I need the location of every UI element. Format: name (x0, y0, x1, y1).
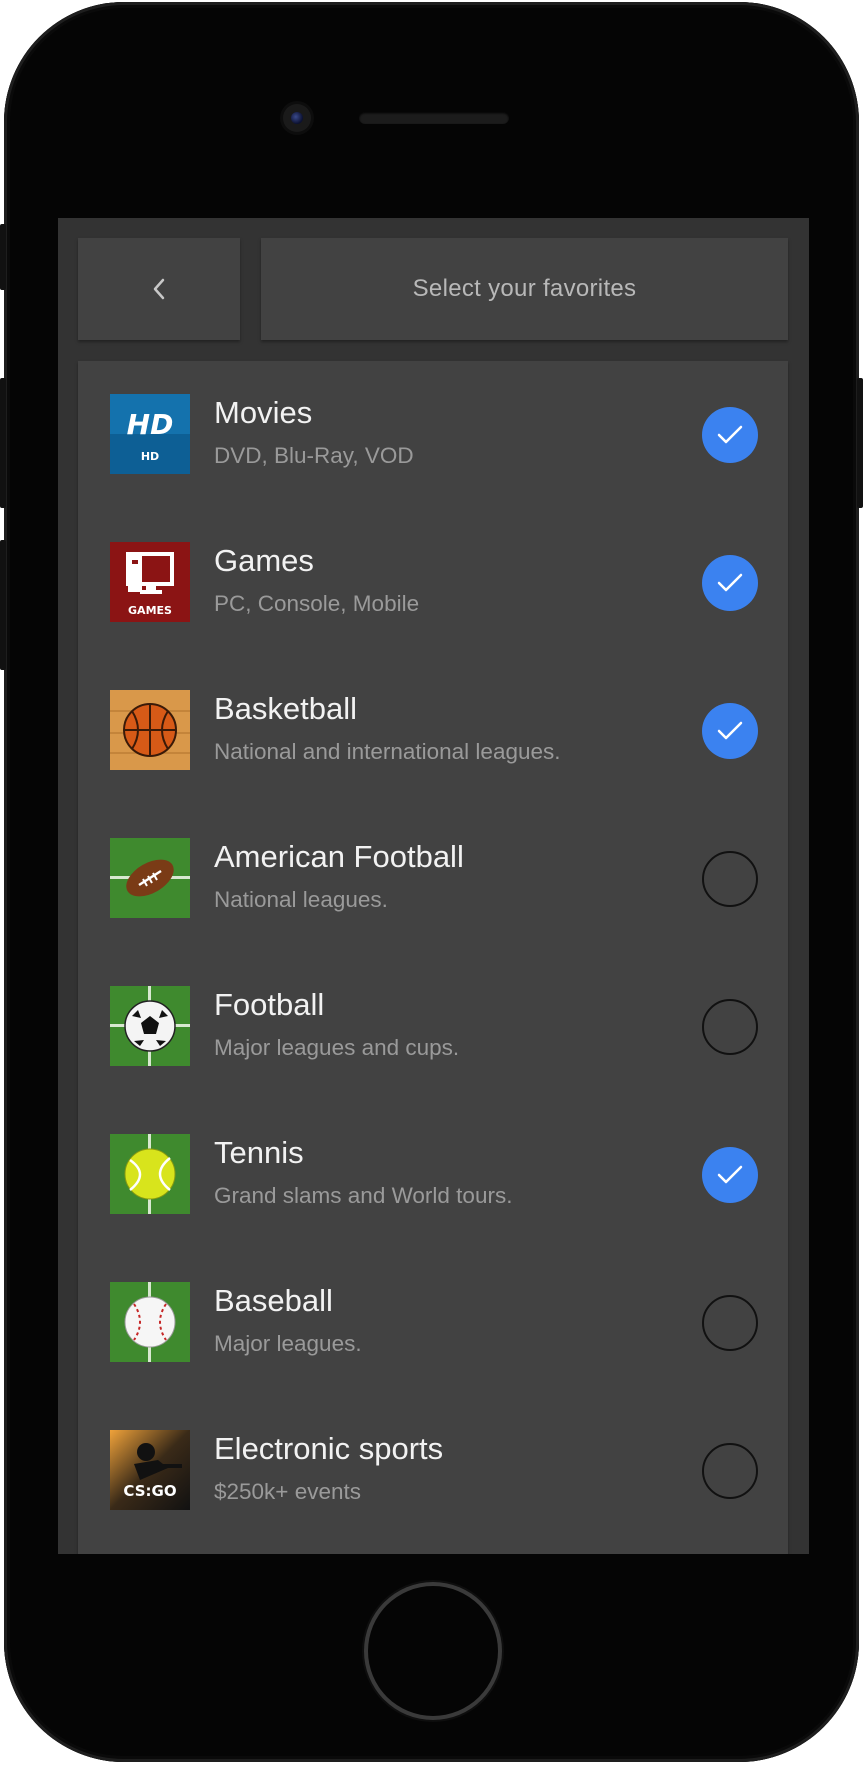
page-title: Select your favorites (412, 275, 637, 302)
front-camera (283, 104, 311, 132)
item-title: Movies (214, 395, 313, 430)
item-subtitle: National and international leagues. (214, 739, 561, 764)
item-subtitle: PC, Console, Mobile (214, 591, 420, 616)
checkbox-checked[interactable] (702, 1147, 758, 1203)
chevron-left-icon (153, 278, 165, 300)
checkbox-unchecked[interactable] (702, 1443, 758, 1499)
checkbox-checked[interactable] (702, 703, 758, 759)
item-title: American Football (214, 839, 464, 874)
app-screen: Select your favorites HD HD Movies DVD, … (58, 218, 809, 1554)
volume-up-button (0, 378, 6, 508)
page-title-bar: Select your favorites (261, 238, 788, 340)
item-subtitle: Major leagues. (214, 1331, 362, 1356)
checkmark-icon (717, 1165, 743, 1184)
svg-text:GAMES: GAMES (128, 604, 172, 617)
item-title: Electronic sports (214, 1431, 444, 1466)
basketball-icon (110, 690, 190, 770)
earpiece-speaker (359, 112, 509, 124)
list-item-football[interactable]: Football Major leagues and cups. (78, 953, 788, 1101)
volume-down-button (0, 540, 6, 670)
item-subtitle: DVD, Blu-Ray, VOD (214, 443, 414, 468)
item-title: Games (214, 543, 314, 578)
checkbox-unchecked[interactable] (702, 1295, 758, 1351)
tennis-ball-icon (110, 1134, 190, 1214)
svg-text:HD: HD (141, 450, 159, 463)
item-title: Football (214, 987, 325, 1022)
hd-movies-icon: HD HD (110, 394, 190, 474)
back-button[interactable] (78, 238, 240, 340)
svg-text:HD: HD (127, 408, 174, 441)
mute-switch (0, 224, 6, 290)
item-subtitle: National leagues. (214, 887, 388, 912)
item-subtitle: Major leagues and cups. (214, 1035, 460, 1060)
games-computer-icon: GAMES (110, 542, 190, 622)
csgo-icon: CS:GO (110, 1430, 190, 1510)
checkbox-checked[interactable] (702, 555, 758, 611)
list-item-tennis[interactable]: Tennis Grand slams and World tours. (78, 1101, 788, 1249)
list-item-baseball[interactable]: Baseball Major leagues. (78, 1249, 788, 1397)
checkbox-unchecked[interactable] (702, 851, 758, 907)
list-item-basketball[interactable]: Basketball National and international le… (78, 657, 788, 805)
checkmark-icon (717, 721, 743, 740)
soccer-ball-icon (110, 986, 190, 1066)
home-button[interactable] (368, 1586, 498, 1716)
baseball-icon (110, 1282, 190, 1362)
list-item-electronic-sports[interactable]: CS:GO Electronic sports $250k+ events (78, 1397, 788, 1545)
item-title: Tennis (214, 1135, 304, 1170)
svg-text:CS:GO: CS:GO (123, 1482, 176, 1500)
list-item-american-football[interactable]: American Football National leagues. (78, 805, 788, 953)
checkbox-unchecked[interactable] (702, 999, 758, 1055)
list-item-movies[interactable]: HD HD Movies DVD, Blu-Ray, VOD (78, 361, 788, 509)
checkmark-icon (717, 425, 743, 444)
checkmark-icon (717, 573, 743, 592)
checkbox-checked[interactable] (702, 407, 758, 463)
item-title: Baseball (214, 1283, 333, 1318)
power-button (857, 378, 863, 508)
list-item-games[interactable]: GAMES Games PC, Console, Mobile (78, 509, 788, 657)
item-subtitle: Grand slams and World tours. (214, 1183, 513, 1208)
item-title: Basketball (214, 691, 358, 726)
favorites-list: HD HD Movies DVD, Blu-Ray, VOD GAMES Gam… (78, 361, 788, 1554)
phone-frame: Select your favorites HD HD Movies DVD, … (0, 2, 863, 1762)
american-football-icon (110, 838, 190, 918)
item-subtitle: $250k+ events (214, 1479, 361, 1504)
